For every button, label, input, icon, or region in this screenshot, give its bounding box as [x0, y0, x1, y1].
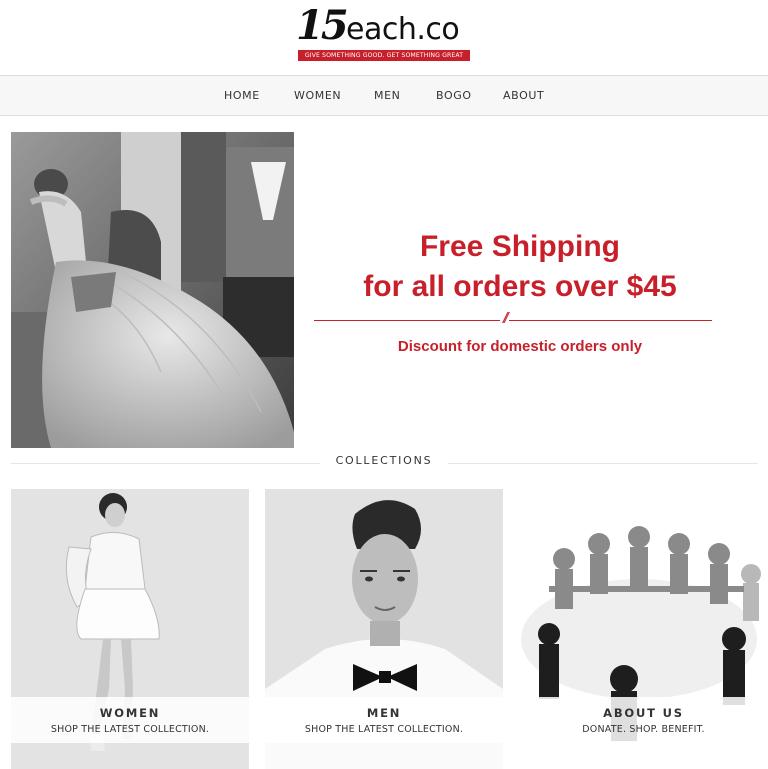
hero-photo [11, 132, 294, 448]
site-header: 15 each.co GIVE SOMETHING GOOD. GET SOME… [0, 0, 768, 76]
collection-card-about-us[interactable]: ABOUT US DONATE. SHOP. BENEFIT. [519, 489, 768, 769]
collection-card-title: WOMEN [99, 706, 161, 720]
promo-divider-mark: // [500, 311, 509, 326]
collection-card-subtitle: SHOP THE LATEST COLLECTION. [50, 724, 210, 735]
collection-card-caption: ABOUT US DONATE. SHOP. BENEFIT. [519, 697, 768, 743]
nav-item-about[interactable]: ABOUT [503, 76, 544, 115]
collection-card-caption: WOMEN SHOP THE LATEST COLLECTION. [11, 697, 249, 743]
collections-heading: COLLECTIONS [320, 454, 448, 467]
collection-card-subtitle: DONATE. SHOP. BENEFIT. [582, 724, 705, 735]
promo-note: Discount for domestic orders only [397, 338, 643, 355]
collection-card-subtitle: SHOP THE LATEST COLLECTION. [304, 724, 464, 735]
logo-name: each.co [346, 12, 460, 47]
collection-card-title: ABOUT US [603, 706, 684, 720]
promo-subheadline: for all orders over $45 [363, 270, 677, 303]
promo-divider [314, 320, 712, 321]
nav-item-women[interactable]: WOMEN [294, 76, 341, 115]
main-nav: HOME WOMEN MEN BOGO ABOUT [0, 75, 768, 116]
hero-photo-graphic [11, 132, 294, 448]
collection-card-women[interactable]: WOMEN SHOP THE LATEST COLLECTION. [11, 489, 249, 769]
shipping-promo: Free Shipping for all orders over $45 //… [300, 132, 768, 448]
collection-card-men[interactable]: MEN SHOP THE LATEST COLLECTION. [265, 489, 503, 769]
nav-item-bogo[interactable]: BOGO [436, 76, 472, 115]
nav-item-men[interactable]: MEN [374, 76, 400, 115]
collections-divider-left [11, 463, 321, 464]
logo-number: 15 [296, 2, 349, 49]
nav-item-home[interactable]: HOME [224, 76, 260, 115]
collection-card-title: MEN [366, 706, 402, 720]
logo-tagline: GIVE SOMETHING GOOD. GET SOMETHING GREAT [298, 50, 470, 61]
promo-headline: Free Shipping [419, 230, 620, 263]
site-logo[interactable]: 15 each.co GIVE SOMETHING GOOD. GET SOME… [296, 2, 474, 62]
collection-card-caption: MEN SHOP THE LATEST COLLECTION. [265, 697, 503, 743]
collections-divider-right [448, 463, 758, 464]
